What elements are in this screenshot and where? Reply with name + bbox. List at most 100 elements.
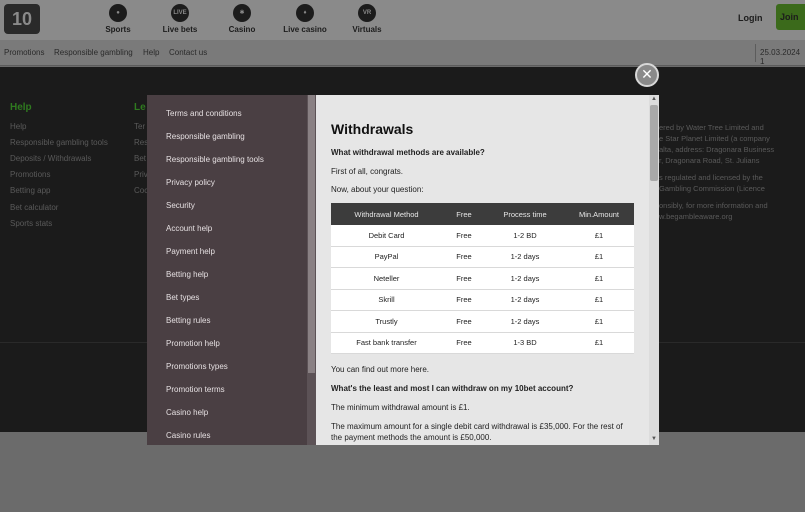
table-header-row: Withdrawal Method Free Process time Min.… (331, 203, 634, 225)
subnav-responsible-gambling[interactable]: Responsible gambling (54, 48, 133, 57)
table-row: Trustly Free 1-2 days £1 (331, 311, 634, 333)
nav-casino-label: Casino (228, 25, 256, 34)
table-cell: £1 (594, 295, 604, 305)
menu-terms[interactable]: Terms and conditions (166, 109, 242, 118)
find-out-more-link[interactable]: You can find out more here. (331, 365, 429, 374)
menu-scrollbar-thumb[interactable] (308, 95, 315, 373)
article-paragraph: Now, about your question: (331, 185, 424, 194)
table-cell: £1 (594, 230, 604, 240)
subnav-divider (755, 44, 756, 62)
subnav-promotions[interactable]: Promotions (4, 48, 44, 57)
footer-link-promotions[interactable]: Promotions (10, 170, 50, 179)
footer-link-sports-stats[interactable]: Sports stats (10, 219, 52, 228)
table-cell: £1 (594, 338, 604, 348)
casino-chip-icon: ✱ (233, 4, 251, 22)
table-cell: Skrill (378, 295, 395, 305)
menu-bet-types[interactable]: Bet types (166, 293, 199, 302)
footer-link-bet-calculator[interactable]: Bet calculator (10, 203, 58, 212)
table-cell: Neteller (373, 273, 400, 283)
table-cell: Trustly (375, 316, 398, 326)
current-date: 25.03.2024 1 (760, 48, 801, 66)
footer-link-rg-tools[interactable]: Responsible gambling tools (10, 138, 108, 147)
menu-responsible-gambling[interactable]: Responsible gambling (166, 132, 245, 141)
menu-payment-help[interactable]: Payment help (166, 247, 215, 256)
close-icon[interactable]: ✕ (635, 63, 659, 87)
live-icon: LIVE (171, 4, 189, 22)
live-casino-icon: ♦ (296, 4, 314, 22)
table-cell: Free (456, 295, 472, 305)
table-row: Neteller Free 1-2 days £1 (331, 268, 634, 290)
brand-logo[interactable]: 10 (4, 4, 40, 34)
join-button[interactable]: Join (776, 4, 805, 30)
table-row: PayPal Free 1-2 days £1 (331, 246, 634, 268)
table-header-cell: Min.Amount (578, 209, 620, 219)
table-cell: £1 (594, 273, 604, 283)
menu-casino-help[interactable]: Casino help (166, 408, 208, 417)
nav-casino[interactable]: ✱ Casino (212, 4, 272, 34)
menu-privacy[interactable]: Privacy policy (166, 178, 215, 187)
table-cell: Debit Card (368, 230, 405, 240)
menu-casino-rules[interactable]: Casino rules (166, 431, 210, 440)
footer-legal-link[interactable]: Bet (134, 154, 146, 163)
subnav-contact-us[interactable]: Contact us (169, 48, 207, 57)
article-scrollbar-thumb[interactable] (650, 105, 658, 181)
footer-help-heading: Help (10, 102, 32, 113)
top-navigation-bar: 10 ● Sports LIVE Live bets ✱ Casino ♦ Li… (0, 0, 805, 40)
table-row: Skrill Free 1-2 days £1 (331, 289, 634, 311)
nav-live-casino-label: Live casino (283, 25, 327, 34)
login-button[interactable]: Login (738, 13, 763, 23)
table-row: Debit Card Free 1-2 BD £1 (331, 225, 634, 247)
table-cell: £1 (594, 316, 604, 326)
menu-promotion-terms[interactable]: Promotion terms (166, 385, 225, 394)
article-paragraph: The minimum withdrawal amount is £1. (331, 403, 470, 412)
secondary-navigation: Promotions Responsible gambling Help Con… (0, 40, 805, 66)
nav-sports[interactable]: ● Sports (88, 4, 148, 34)
menu-betting-rules[interactable]: Betting rules (166, 316, 210, 325)
menu-account-help[interactable]: Account help (166, 224, 212, 233)
virtuals-icon: VR (358, 4, 376, 22)
footer-link-betting-app[interactable]: Betting app (10, 186, 50, 195)
article-scrollbar[interactable]: ▲ ▼ (649, 95, 659, 445)
table-row: Fast bank transfer Free 1-3 BD £1 (331, 332, 634, 354)
menu-rg-tools[interactable]: Responsible gambling tools (166, 155, 264, 164)
menu-promotion-help[interactable]: Promotion help (166, 339, 220, 348)
table-cell: £1 (594, 252, 604, 262)
sports-ball-icon: ● (109, 4, 127, 22)
table-cell: Free (456, 273, 472, 283)
footer-link-help[interactable]: Help (10, 122, 26, 131)
article-question: What withdrawal methods are available? (331, 148, 485, 157)
footer-legal-link[interactable]: Priv (134, 170, 148, 179)
footer-link-deposits[interactable]: Deposits / Withdrawals (10, 154, 91, 163)
scroll-down-icon[interactable]: ▼ (649, 436, 659, 442)
table-cell: Free (456, 338, 472, 348)
menu-scrollbar[interactable] (307, 95, 316, 445)
nav-live-bets-label: Live bets (162, 25, 198, 34)
help-topics-menu: Terms and conditions Responsible gamblin… (147, 95, 307, 445)
footer-legal-heading: Le (134, 102, 146, 113)
table-cell: Free (456, 316, 472, 326)
table-cell: PayPal (374, 252, 399, 262)
table-header-cell: Free (456, 209, 472, 219)
menu-promotion-types[interactable]: Promotions types (166, 362, 228, 371)
subnav-help[interactable]: Help (143, 48, 159, 57)
menu-security[interactable]: Security (166, 201, 195, 210)
table-cell: 1-2 days (510, 316, 540, 326)
nav-virtuals-label: Virtuals (352, 25, 382, 34)
menu-betting-help[interactable]: Betting help (166, 270, 208, 279)
table-cell: Free (456, 252, 472, 262)
table-cell: 1-2 days (510, 252, 540, 262)
footer-legal-link[interactable]: Ter (134, 122, 145, 131)
article-paragraph: The maximum amount for a single debit ca… (331, 422, 623, 442)
nav-live-bets[interactable]: LIVE Live bets (150, 4, 210, 34)
table-cell: Fast bank transfer (356, 338, 417, 348)
nav-virtuals[interactable]: VR Virtuals (337, 4, 397, 34)
nav-sports-label: Sports (105, 25, 131, 34)
table-cell: Free (456, 230, 472, 240)
scroll-up-icon[interactable]: ▲ (649, 96, 659, 102)
footer-legal-text: ered by Water Tree Limited and e Star Pl… (659, 123, 775, 221)
table-cell: 1-2 days (510, 295, 540, 305)
nav-live-casino[interactable]: ♦ Live casino (275, 4, 335, 34)
article-question: What's the least and most I can withdraw… (331, 384, 574, 393)
table-cell: 1-2 BD (513, 230, 537, 240)
withdrawal-methods-table: Withdrawal Method Free Process time Min.… (331, 203, 634, 354)
